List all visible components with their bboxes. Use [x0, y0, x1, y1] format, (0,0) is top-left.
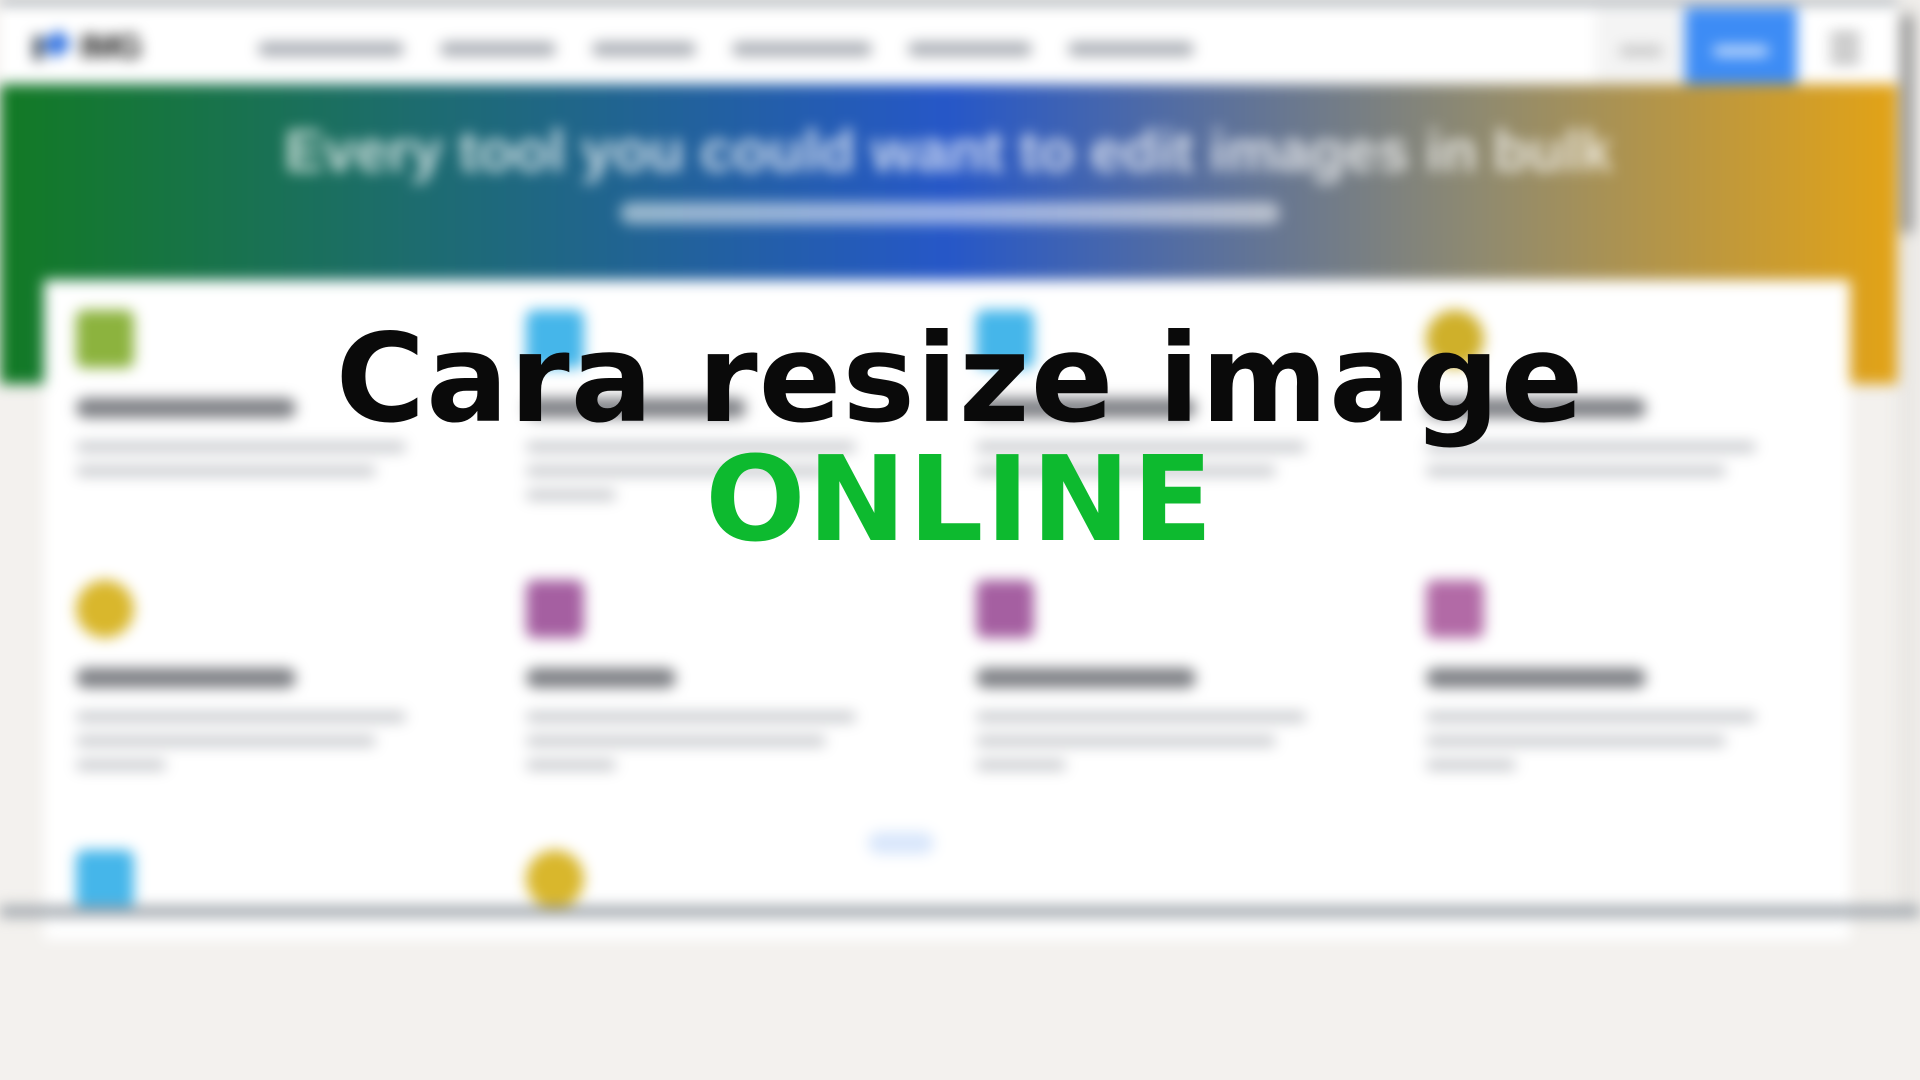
site-logo[interactable]: IMG	[30, 27, 195, 66]
overlay-subtitle: ONLINE	[705, 430, 1215, 568]
logo-mark-icon	[30, 29, 72, 62]
nav-item-photo-editor[interactable]	[908, 42, 1032, 56]
nav-item-resize[interactable]	[440, 42, 556, 56]
nav-item-compress[interactable]	[258, 42, 404, 56]
tool-card-watermark[interactable]	[944, 550, 1364, 810]
tool-card-convert-from-jpg[interactable]	[44, 550, 464, 810]
convert-from-jpg-icon	[76, 580, 134, 638]
photo-editor-icon	[526, 580, 584, 638]
hamburger-menu-icon[interactable]	[1830, 34, 1860, 62]
watermark-icon	[976, 580, 1034, 638]
overlay-title: Cara resize image	[335, 308, 1585, 450]
tool-card-photo-editor[interactable]	[494, 550, 914, 810]
meme-icon	[1426, 580, 1484, 638]
convert-icon	[526, 850, 584, 908]
upscale-icon	[76, 850, 134, 908]
top-navigation-bar: IMG	[0, 0, 1920, 88]
main-nav	[258, 34, 1194, 56]
tool-card-convert[interactable]	[494, 820, 914, 1080]
nav-item-convert[interactable]	[732, 42, 872, 56]
scrollbar-thumb[interactable]	[1900, 14, 1914, 234]
hero-title: Every tool you could want to edit images…	[284, 119, 1613, 184]
new-badge	[868, 832, 934, 854]
tool-card-upscale[interactable]	[44, 820, 464, 1080]
nav-item-more-tools[interactable]	[1068, 42, 1194, 56]
logo-text: IMG	[80, 27, 142, 66]
hero-subtitle	[620, 202, 1280, 224]
signup-button[interactable]	[1685, 8, 1797, 88]
tool-card-meme-generator[interactable]	[1394, 550, 1814, 810]
nav-item-crop[interactable]	[592, 42, 696, 56]
login-button[interactable]	[1595, 8, 1685, 88]
bottom-border	[0, 906, 1920, 917]
